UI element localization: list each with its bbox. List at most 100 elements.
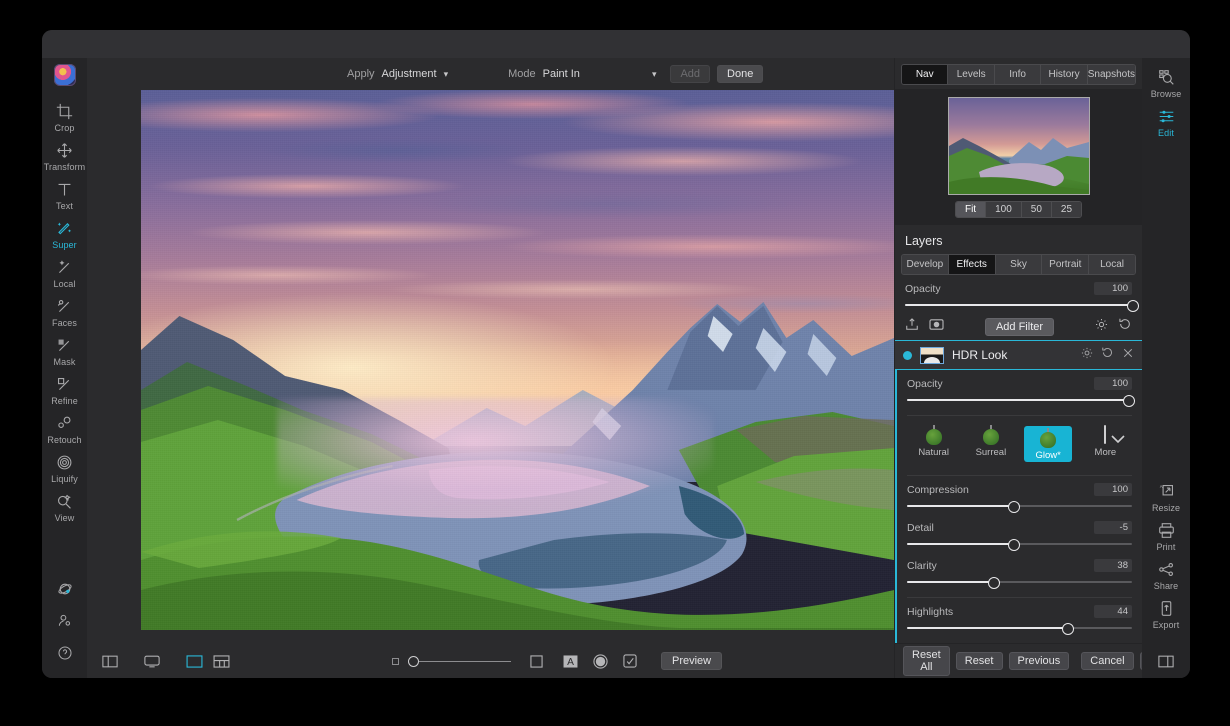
tab-levels[interactable]: Levels: [948, 65, 995, 84]
letter-a-icon[interactable]: A: [557, 651, 583, 671]
sidebar-item-edit[interactable]: Edit: [1142, 103, 1190, 142]
orbit-sync-icon[interactable]: [42, 574, 87, 606]
tab-snapshots[interactable]: Snapshots: [1087, 65, 1135, 84]
sidebar-item-mask[interactable]: Mask: [42, 332, 87, 371]
compare-view-icon[interactable]: [181, 651, 207, 671]
sidebar-item-refine[interactable]: Refine: [42, 371, 87, 410]
layer-close-icon[interactable]: [1122, 346, 1134, 364]
tab-info[interactable]: Info: [994, 65, 1042, 84]
sidebar-item-crop[interactable]: Crop: [42, 98, 87, 137]
slider-knob[interactable]: [1122, 395, 1135, 407]
mode-label: Print: [1156, 542, 1176, 552]
mode-label: Export: [1152, 620, 1180, 630]
export-upload-icon: [1142, 600, 1190, 618]
mode-value[interactable]: Paint In: [543, 68, 580, 80]
zoom-slider-track[interactable]: [419, 660, 511, 662]
tool-label: Refine: [51, 396, 78, 406]
previous-button[interactable]: Previous: [1008, 652, 1070, 670]
tab-effects[interactable]: Effects: [948, 255, 996, 274]
bottom-toolbar: A Preview: [87, 644, 894, 678]
import-layer-icon[interactable]: [905, 317, 919, 336]
sidebar-item-resize[interactable]: AI Resize: [1142, 478, 1190, 517]
sidebar-item-print[interactable]: Print: [1142, 517, 1190, 556]
mask-layer-icon[interactable]: [929, 318, 944, 336]
preset-more[interactable]: More: [1081, 425, 1129, 462]
slider-compression[interactable]: Compression 100: [897, 476, 1142, 514]
sidebar-item-export[interactable]: Export: [1142, 595, 1190, 634]
add-button[interactable]: Add: [670, 65, 711, 83]
sidebar-item-faces[interactable]: Faces: [42, 293, 87, 332]
tab-history[interactable]: History: [1041, 65, 1088, 84]
zoom-25-button[interactable]: 25: [1051, 202, 1082, 217]
zoom-slider[interactable]: [392, 655, 511, 667]
sidebar-item-liquify[interactable]: Liquify: [42, 449, 87, 488]
sidebar-item-browse[interactable]: Browse: [1142, 64, 1190, 103]
layer-row-hdr-look[interactable]: HDR Look: [895, 340, 1142, 370]
slider-knob[interactable]: [1007, 501, 1020, 513]
effect-opacity-slider[interactable]: Opacity 100: [897, 370, 1142, 408]
chevron-down-icon[interactable]: ▾: [652, 69, 657, 80]
zoom-50-button[interactable]: 50: [1021, 202, 1052, 217]
preset-surreal[interactable]: Surreal: [967, 425, 1015, 462]
layers-opacity-slider[interactable]: Opacity 100: [895, 275, 1142, 313]
slider-shadows[interactable]: Shadows 0: [897, 636, 1142, 643]
slider-highlights[interactable]: Highlights 44: [897, 598, 1142, 636]
grid-view-icon[interactable]: [208, 651, 234, 671]
layer-revert-icon[interactable]: [1101, 346, 1114, 364]
zoom-fit-button[interactable]: Fit: [955, 202, 987, 217]
slider-knob[interactable]: [1007, 539, 1020, 551]
zoom-100-button[interactable]: 100: [986, 202, 1022, 217]
slider-detail[interactable]: Detail -5: [897, 514, 1142, 552]
right-rail-bottom-group: AI Resize Print Share Export: [1142, 478, 1190, 634]
checkmark-box-icon[interactable]: [617, 651, 643, 671]
help-question-icon[interactable]: [42, 638, 87, 670]
layer-gear-icon[interactable]: [1081, 346, 1093, 364]
tab-sky[interactable]: Sky: [995, 255, 1043, 274]
single-view-icon[interactable]: [97, 651, 123, 671]
add-filter-button[interactable]: Add Filter: [984, 317, 1055, 336]
photo-canvas[interactable]: [141, 90, 894, 630]
sidebar-item-retouch[interactable]: Retouch: [42, 410, 87, 449]
slider-knob[interactable]: [1061, 623, 1074, 635]
presentation-view-icon[interactable]: [139, 651, 165, 671]
tool-label: Crop: [54, 123, 75, 133]
right-panel-toggle-button[interactable]: [1142, 644, 1190, 678]
tab-portrait[interactable]: Portrait: [1042, 255, 1090, 274]
reset-all-button[interactable]: Reset All: [903, 646, 950, 676]
sidebar-item-super[interactable]: Super: [42, 215, 87, 254]
slider-knob[interactable]: [1127, 300, 1139, 312]
navigator-thumbnail-area: [895, 89, 1142, 201]
cancel-button[interactable]: Cancel: [1081, 652, 1134, 670]
sidebar-item-local[interactable]: Local: [42, 254, 87, 293]
bounds-square-icon[interactable]: [523, 651, 549, 671]
tab-develop[interactable]: Develop: [902, 255, 949, 274]
app-logo-icon[interactable]: [53, 64, 76, 86]
preset-glow[interactable]: Glow*: [1024, 426, 1073, 462]
sidebar-item-text[interactable]: Text: [42, 176, 87, 215]
layer-settings-gear-icon[interactable]: [1095, 318, 1108, 336]
layer-visibility-toggle[interactable]: [903, 350, 912, 360]
reset-button[interactable]: Reset: [955, 652, 1003, 670]
sidebar-item-view[interactable]: View: [42, 488, 87, 527]
tab-nav[interactable]: Nav: [902, 65, 949, 84]
preview-button[interactable]: Preview: [661, 652, 723, 670]
sidebar-item-transform[interactable]: Transform: [42, 137, 87, 176]
sidebar-item-share[interactable]: Share: [1142, 556, 1190, 595]
user-account-icon[interactable]: [42, 606, 87, 638]
zoom-slider-knob[interactable]: [408, 655, 419, 667]
mode-label: Edit: [1158, 128, 1174, 138]
preset-natural[interactable]: Natural: [910, 425, 958, 462]
navigator-thumbnail[interactable]: [947, 97, 1090, 195]
slider-knob[interactable]: [987, 577, 1000, 589]
circle-fill-icon[interactable]: [587, 651, 613, 671]
canvas-column: Apply Adjustment ▾ Mode Paint In ▾ Add D…: [87, 58, 894, 678]
chevron-down-icon[interactable]: ▾: [444, 69, 449, 80]
done-button[interactable]: Done: [717, 65, 764, 83]
tab-local[interactable]: Local: [1089, 255, 1135, 274]
slider-clarity[interactable]: Clarity 38: [897, 552, 1142, 590]
layer-reset-icon[interactable]: [1118, 317, 1132, 336]
slider-value: -5: [1094, 521, 1132, 534]
svg-text:AI: AI: [1159, 484, 1163, 489]
opacity-label: Opacity: [905, 282, 941, 295]
apply-value[interactable]: Adjustment: [382, 68, 437, 80]
